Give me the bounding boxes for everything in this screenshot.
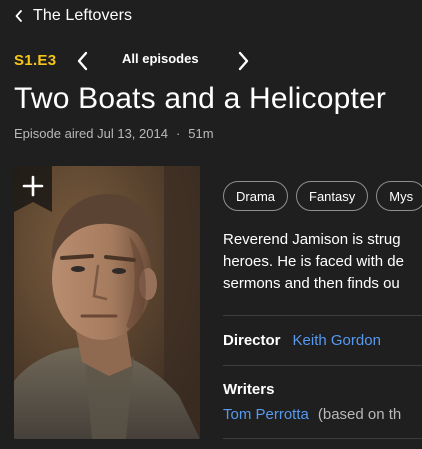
episode-navigation: S1.E3 All episodes (14, 47, 274, 73)
divider (223, 315, 422, 316)
plot-line: Reverend Jamison is strug (223, 231, 401, 248)
director-row: Director Keith Gordon (223, 332, 381, 349)
genre-chip[interactable]: Mys (376, 181, 422, 211)
divider (223, 365, 422, 366)
episode-meta: Episode aired Jul 13, 2014 · 51m (14, 126, 214, 141)
chevron-left-icon (15, 10, 22, 22)
writers-row: Tom Perrotta (based on th (223, 406, 401, 423)
plot-summary[interactable]: Reverend Jamison is strug heroes. He is … (223, 229, 422, 295)
director-link[interactable]: Keith Gordon (293, 332, 381, 349)
genre-chips: Drama Fantasy Mys (223, 181, 422, 211)
plot-line: heroes. He is faced with de (223, 253, 404, 270)
writers-label: Writers (223, 381, 275, 398)
meta-separator: · (175, 126, 181, 141)
genre-chip[interactable]: Drama (223, 181, 289, 211)
writer-note: (based on th (317, 406, 402, 423)
air-date: Episode aired Jul 13, 2014 (14, 126, 168, 141)
add-to-watchlist-button[interactable] (14, 166, 52, 212)
episode-page: The Leftovers S1.E3 All episodes Two Boa… (0, 0, 422, 449)
episode-code: S1.E3 (14, 51, 57, 69)
all-episodes-link[interactable]: All episodes (122, 51, 199, 66)
runtime: 51m (188, 126, 214, 141)
episode-poster[interactable] (14, 166, 200, 439)
previous-episode-button[interactable] (76, 51, 90, 71)
back-link-label: The Leftovers (33, 7, 133, 24)
watchlist-ribbon-icon (14, 166, 52, 212)
episode-title: Two Boats and a Helicopter (14, 82, 387, 115)
genre-chip[interactable]: Fantasy (296, 181, 369, 211)
next-episode-button[interactable] (236, 51, 250, 71)
director-label: Director (223, 332, 281, 349)
writer-link[interactable]: Tom Perrotta (223, 406, 309, 423)
divider (223, 438, 422, 439)
back-link[interactable]: The Leftovers (14, 5, 132, 27)
plot-line: sermons and then finds ou (223, 275, 400, 292)
writers-heading-row: Writers (223, 381, 274, 398)
